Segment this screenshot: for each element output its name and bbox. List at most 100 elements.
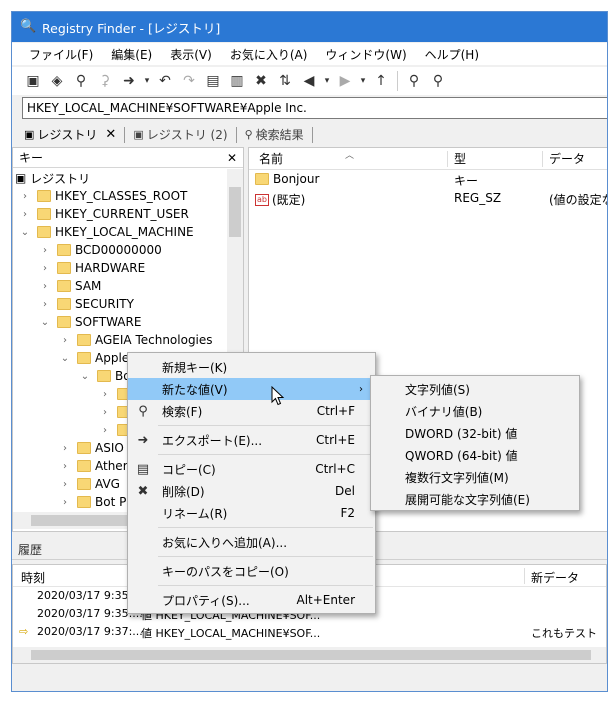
chevron-down-icon[interactable]: ⌄ [39,317,51,328]
column-time[interactable]: 時刻 [21,569,45,586]
close-icon[interactable]: ✕ [227,151,237,165]
up-icon[interactable]: ↑ [370,70,392,92]
copy-icon[interactable]: ▤ [202,70,224,92]
column-name[interactable]: 名前 [259,150,283,167]
address-bar[interactable]: HKEY_LOCAL_MACHINE¥SOFTWARE¥Apple Inc. [22,97,607,119]
column-data[interactable]: データ [549,150,585,167]
export-icon[interactable]: ➜ [118,70,140,92]
scroll-thumb[interactable] [31,515,131,526]
chevron-right-icon[interactable]: › [19,209,31,220]
context-menu: 新規キー(K) 新たな値(V) › ⚲ 検索(F) Ctrl+F ➜ エクスポー… [127,352,376,614]
history-row[interactable]: ⇨ 2020/03/17 9:37:... 値 HKEY_LOCAL_MACHI… [13,623,606,641]
menu-window[interactable]: ウィンドウ(W) [316,46,415,63]
value-row[interactable]: ab (既定) REG_SZ (値の設定な [249,189,607,208]
column-divider[interactable] [524,568,525,584]
back-dropdown-icon[interactable]: ▾ [322,70,332,92]
chevron-right-icon[interactable]: › [39,299,51,310]
close-icon[interactable]: ✕ [105,127,116,142]
tree-node[interactable]: › AGEIA Technologies [13,331,227,349]
folder-icon [77,352,91,364]
chevron-right-icon[interactable]: › [99,425,111,436]
chevron-right-icon[interactable]: › [59,479,71,490]
find-next-icon[interactable]: ⚲ [427,70,449,92]
registry-icon[interactable]: ◈ [46,70,68,92]
tree-node[interactable]: › HKEY_CLASSES_ROOT [13,187,227,205]
chevron-down-icon[interactable]: ⌄ [19,227,31,238]
chevron-right-icon[interactable]: › [59,443,71,454]
tab-label: 検索結果 [255,128,304,142]
chevron-down-icon[interactable]: ⌄ [59,353,71,364]
scroll-thumb[interactable] [229,187,241,237]
search-icon[interactable]: ⚲ [70,70,92,92]
tree-node[interactable]: ▣ レジストリ [13,169,227,187]
tree-node[interactable]: › HKEY_CURRENT_USER [13,205,227,223]
menu-item-new-value[interactable]: 新たな値(V) › [128,378,375,400]
redo-icon[interactable]: ↷ [178,70,200,92]
toolbar: ▣ ◈ ⚲ ⚳ ➜ ▾ ↶ ↷ ▤ ▥ ✖ ⇅ ◀ ▾ ▶ ▾ ↑ ⚲ ⚲ [12,67,607,95]
menu-item-new-key[interactable]: 新規キー(K) [128,356,375,378]
submenu-item-multi-string[interactable]: 複数行文字列値(M) [371,466,579,488]
tree-node-label: HKEY_CURRENT_USER [55,207,189,221]
menu-item-copy[interactable]: ▤ コピー(C) Ctrl+C [128,458,375,480]
chevron-down-icon[interactable]: ⌄ [79,371,91,382]
menu-item-search[interactable]: ⚲ 検索(F) Ctrl+F [128,400,375,422]
delete-icon[interactable]: ✖ [250,70,272,92]
submenu-item-binary[interactable]: バイナリ値(B) [371,400,579,422]
menu-item-add-favorite[interactable]: お気に入りへ追加(A)... [128,531,375,553]
menu-view[interactable]: 表示(V) [161,46,221,63]
menu-item-label: プロパティ(S)... [162,593,250,608]
menu-item-delete[interactable]: ✖ 削除(D) Del [128,480,375,502]
export-dropdown-icon[interactable]: ▾ [142,70,152,92]
replace-icon[interactable]: ⚳ [94,70,116,92]
undo-icon[interactable]: ↶ [154,70,176,92]
tab-search-results[interactable]: ⚲ 検索結果 [239,125,310,145]
column-type[interactable]: 型 [454,150,466,167]
back-icon[interactable]: ◀ [298,70,320,92]
chevron-right-icon[interactable]: › [59,335,71,346]
chevron-right-icon[interactable]: › [39,245,51,256]
tree-node[interactable]: › BCD00000000 [13,241,227,259]
paste-icon[interactable]: ▥ [226,70,248,92]
chevron-right-icon[interactable]: › [59,461,71,472]
forward-dropdown-icon[interactable]: ▾ [358,70,368,92]
tab-registry-2[interactable]: ▣ レジストリ (2) [127,125,233,145]
submenu-item-expand-string[interactable]: 展開可能な文字列値(E) [371,488,579,510]
tree-node[interactable]: › HARDWARE [13,259,227,277]
menu-favorites[interactable]: お気に入り(A) [221,46,317,63]
tree-node-label: SECURITY [75,297,134,311]
menu-edit[interactable]: 編集(E) [102,46,161,63]
chevron-right-icon[interactable]: › [19,191,31,202]
folder-icon [37,226,51,238]
tree-node[interactable]: › SAM [13,277,227,295]
column-divider[interactable] [542,151,543,167]
computer-icon[interactable]: ▣ [22,70,44,92]
history-horizontal-scrollbar[interactable] [13,647,606,663]
submenu-item-string[interactable]: 文字列値(S) [371,378,579,400]
menu-item-export[interactable]: ➜ エクスポート(E)... Ctrl+E [128,429,375,451]
chevron-right-icon[interactable]: › [59,497,71,508]
submenu-item-dword[interactable]: DWORD (32-bit) 値 [371,422,579,444]
tab-registry[interactable]: ▣ レジストリ ✕ [18,125,122,145]
menu-item-copy-key-path[interactable]: キーのパスをコピー(O) [128,560,375,582]
refresh-icon[interactable]: ⇅ [274,70,296,92]
column-new-data[interactable]: 新データ [531,569,579,586]
tree-node[interactable]: ⌄ HKEY_LOCAL_MACHINE [13,223,227,241]
folder-icon [37,208,51,220]
find-previous-icon[interactable]: ⚲ [403,70,425,92]
chevron-right-icon[interactable]: › [99,407,111,418]
chevron-right-icon[interactable]: › [99,389,111,400]
tree-node[interactable]: › SECURITY [13,295,227,313]
forward-icon[interactable]: ▶ [334,70,356,92]
menu-file[interactable]: ファイル(F) [20,46,102,63]
tree-node[interactable]: ⌄ SOFTWARE [13,313,227,331]
scroll-thumb[interactable] [31,650,591,660]
folder-icon [77,478,91,490]
chevron-right-icon[interactable]: › [39,263,51,274]
value-row[interactable]: Bonjour キー [249,170,607,189]
chevron-right-icon[interactable]: › [39,281,51,292]
column-divider[interactable] [447,151,448,167]
menu-help[interactable]: ヘルプ(H) [416,46,488,63]
submenu-item-qword[interactable]: QWORD (64-bit) 値 [371,444,579,466]
menu-item-rename[interactable]: リネーム(R) F2 [128,502,375,524]
menu-item-properties[interactable]: プロパティ(S)... Alt+Enter [128,589,375,611]
